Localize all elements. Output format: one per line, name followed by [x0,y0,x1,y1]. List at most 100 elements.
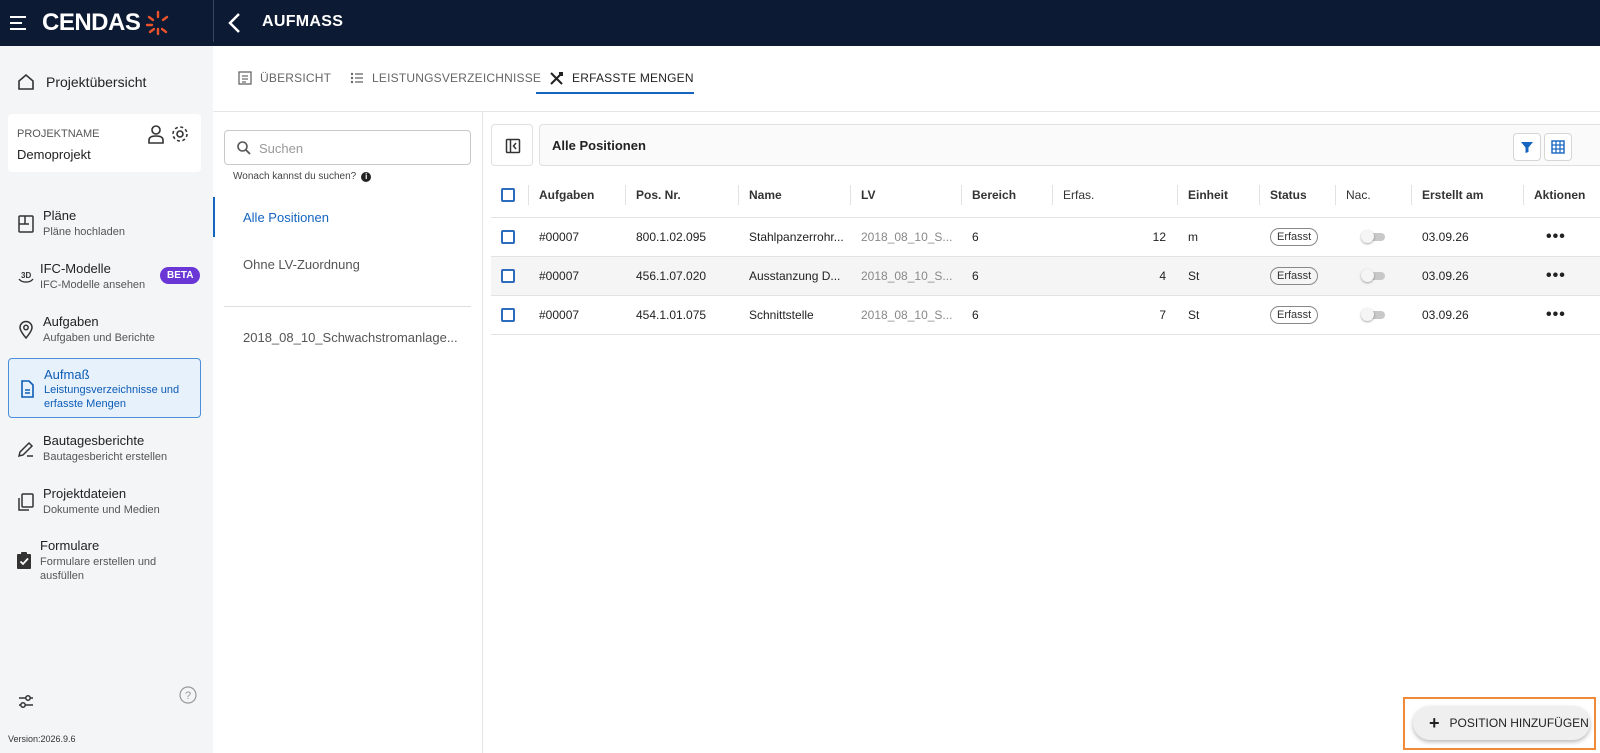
cell-einheit: St [1178,256,1260,296]
sliders-icon[interactable] [16,691,36,711]
pencil-icon [17,441,34,458]
cell-erfasst: 4 [1053,256,1178,296]
table-header-bar: Alle Positionen [539,124,1600,166]
menu-icon[interactable] [8,12,30,34]
nachtrag-toggle[interactable] [1361,269,1385,283]
row-checkbox[interactable] [501,307,515,322]
search-hint-text: Wonach kannst du suchen? [233,171,357,182]
add-position-button[interactable]: + POSITION HINZUFÜGEN [1413,706,1590,740]
main-content: Alle Positionen Aufgaben Pos. Nr. Name L… [484,112,1600,753]
beta-badge: BETA [160,267,201,284]
plans-icon [18,215,34,233]
user-icon[interactable] [147,124,165,144]
sidebar-item-title: Aufgaben [43,314,99,329]
project-card: PROJEKTNAME Demoprojekt [8,114,201,172]
cell-pos-nr: 800.1.02.095 [626,217,739,257]
col-header-name[interactable]: Name [739,173,851,218]
cell-erstellt-am: 03.09.26 [1412,217,1524,257]
table-row[interactable]: #00007 800.1.02.095 Stahlpanzerrohr... 2… [491,217,1600,257]
more-actions-icon[interactable]: ••• [1546,267,1566,283]
cell-bereich: 6 [962,217,1053,257]
back-arrow-icon[interactable] [224,10,246,36]
table-title: Alle Positionen [552,138,646,153]
col-header-erfasst[interactable]: Erfas. [1053,173,1178,218]
col-header-aufgaben[interactable]: Aufgaben [529,173,626,218]
col-header-erstellt-am[interactable]: Erstellt am [1412,173,1524,218]
nav-overview-label: Projektübersicht [46,74,147,90]
info-icon[interactable]: i [361,171,372,182]
cell-bereich: 6 [962,295,1053,335]
search-box[interactable] [224,130,471,165]
more-actions-icon[interactable]: ••• [1546,306,1566,322]
sidebar-item-aufmass[interactable]: Aufmaß Leistungsverzeichnisse und erfass… [8,358,201,418]
tab-label: LEISTUNGSVERZEICHNISSE [372,71,542,85]
filter-button[interactable] [1513,133,1541,161]
sidebar-item-formulare[interactable]: Formulare Formulare erstellen und ausfül… [8,538,201,588]
tab-leistungsverzeichnisse[interactable]: LEISTUNGSVERZEICHNISSE [350,62,541,94]
nav-project-overview[interactable]: Projektübersicht [16,72,146,92]
more-actions-icon[interactable]: ••• [1546,228,1566,244]
row-checkbox[interactable] [501,229,515,244]
search-icon [237,141,251,155]
clipboard-icon [17,552,31,569]
col-header-status[interactable]: Status [1260,173,1336,218]
sidebar-item-title: Projektdateien [43,486,127,501]
tab-label: ÜBERSICHT [260,71,332,85]
page-title: AUFMASS [262,13,344,30]
sidebar-item-bautagesberichte[interactable]: Bautagesberichte Bautagesbericht erstell… [8,433,201,469]
col-header-pos-nr[interactable]: Pos. Nr. [626,173,739,218]
sidebar-item-subtitle: Aufgaben und Berichte [43,332,155,344]
nachtrag-toggle[interactable] [1361,308,1385,322]
project-label: PROJEKTNAME [17,128,100,140]
sidebar-item-plaene[interactable]: Pläne Pläne hochladen [8,208,201,244]
sidebar-item-title: Bautagesberichte [43,433,145,448]
sidebar-item-subtitle: Bautagesbericht erstellen [43,451,168,463]
select-all-checkbox[interactable] [501,188,515,203]
table-row[interactable]: #00007 454.1.01.075 Schnittstelle 2018_0… [491,295,1600,335]
row-checkbox[interactable] [501,268,515,283]
cell-aufgabe[interactable]: #00007 [529,217,626,257]
sidebar-item-subtitle: Leistungsverzeichnisse und erfasste Meng… [44,384,180,410]
cell-einheit: St [1178,295,1260,335]
cell-bereich: 6 [962,256,1053,296]
col-header-einheit[interactable]: Einheit [1178,173,1260,218]
col-header-aktionen: Aktionen [1524,173,1600,218]
gear-icon[interactable] [170,124,190,144]
cell-aufgabe[interactable]: #00007 [529,295,626,335]
table-row[interactable]: #00007 456.1.07.020 Ausstanzung D... 201… [491,256,1600,296]
col-header-bereich[interactable]: Bereich [962,173,1053,218]
brand-logo: CENDAS [42,8,172,38]
filter-item-alle-positionen[interactable]: Alle Positionen [213,197,471,237]
location-pin-icon [19,320,33,340]
filter-item-ohne-lv[interactable]: Ohne LV-Zuordnung [213,244,471,284]
select-all-cell [491,173,529,218]
cell-pos-nr: 456.1.07.020 [626,256,739,296]
table-header-row: Aufgaben Pos. Nr. Name LV Bereich Erfas.… [491,173,1600,218]
cell-aufgabe[interactable]: #00007 [529,256,626,296]
filter-panel: Wonach kannst du suchen? i Alle Position… [213,112,483,753]
grid-view-button[interactable] [1544,133,1572,161]
cell-aktionen: ••• [1524,295,1600,335]
search-input[interactable] [259,137,459,159]
brand-name: CENDAS [42,9,141,36]
tab-erfasste-mengen[interactable]: ERFASSTE MENGEN [549,62,694,94]
document-icon [21,380,34,398]
sidebar-item-title: IFC-Modelle [40,261,111,276]
svg-text:?: ? [185,690,191,702]
nachtrag-toggle[interactable] [1361,230,1385,244]
tools-icon [550,71,563,85]
col-header-nachtrag[interactable]: Nac. [1336,173,1412,218]
sidebar-item-aufgaben[interactable]: Aufgaben Aufgaben und Berichte [8,314,201,350]
tab-uebersicht[interactable]: ÜBERSICHT [238,62,331,94]
sidebar-item-ifc-modelle[interactable]: 3D IFC-Modelle IFC-Modelle ansehen BETA [8,261,201,297]
help-icon[interactable]: ? [179,686,197,704]
panel-toggle-button[interactable] [491,124,533,166]
sidebar-item-projektdateien[interactable]: Projektdateien Dokumente und Medien [8,486,201,522]
filter-icon [1521,142,1533,153]
svg-text:3D: 3D [21,271,31,280]
filter-item-lv[interactable]: 2018_08_10_Schwachstromanlage... [213,317,471,357]
col-header-lv[interactable]: LV [851,173,962,218]
cell-erfasst: 7 [1053,295,1178,335]
cell-nachtrag [1336,295,1412,335]
sidebar-item-subtitle: Dokumente und Medien [43,504,160,516]
